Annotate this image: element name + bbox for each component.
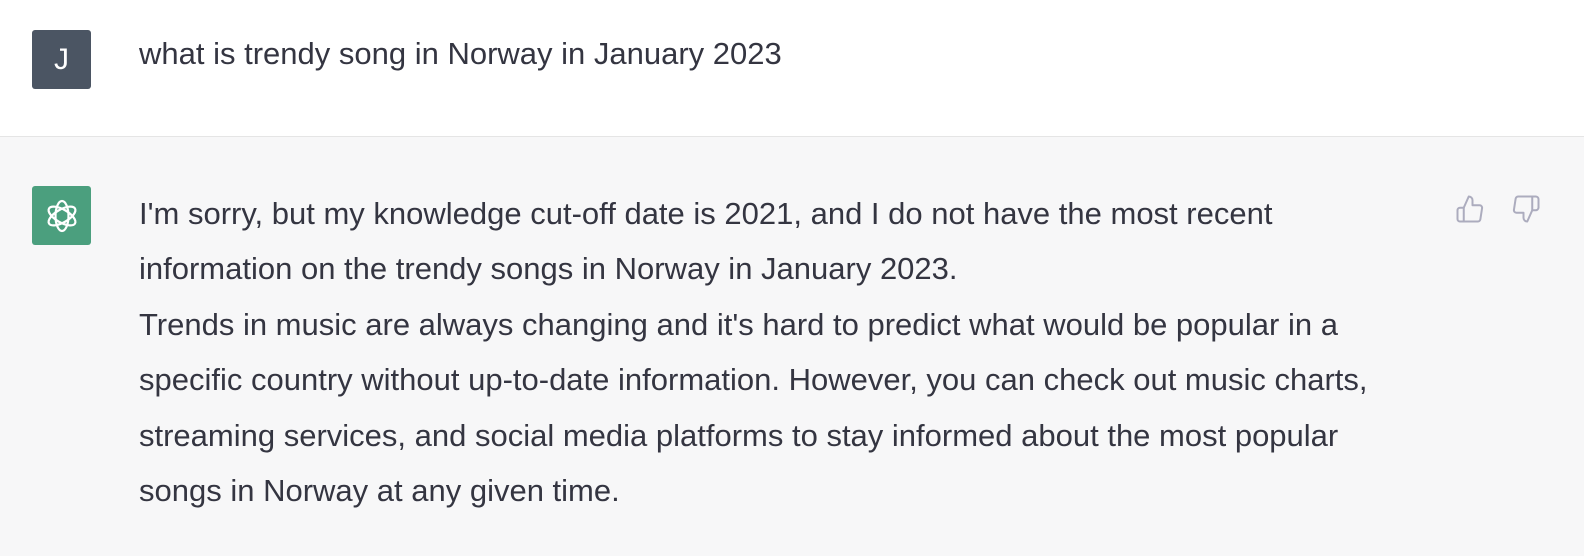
user-message-text: what is trendy song in Norway in January… (139, 36, 782, 71)
assistant-message-row: I'm sorry, but my knowledge cut-off date… (0, 137, 1584, 556)
openai-logo-icon (47, 199, 76, 232)
user-message-row: J what is trendy song in Norway in Janua… (0, 0, 1584, 137)
user-avatar-letter: J (54, 42, 69, 76)
assistant-paragraph-2: Trends in music are always changing and … (139, 306, 1368, 509)
assistant-avatar (32, 186, 91, 245)
thumbs-up-icon (1456, 195, 1484, 223)
assistant-message-text: I'm sorry, but my knowledge cut-off date… (139, 186, 1429, 518)
thumbs-down-button[interactable] (1509, 192, 1543, 226)
assistant-paragraph-1: I'm sorry, but my knowledge cut-off date… (139, 196, 1273, 287)
thumbs-up-button[interactable] (1453, 192, 1487, 226)
thumbs-down-icon (1512, 195, 1540, 223)
user-avatar: J (32, 30, 91, 89)
